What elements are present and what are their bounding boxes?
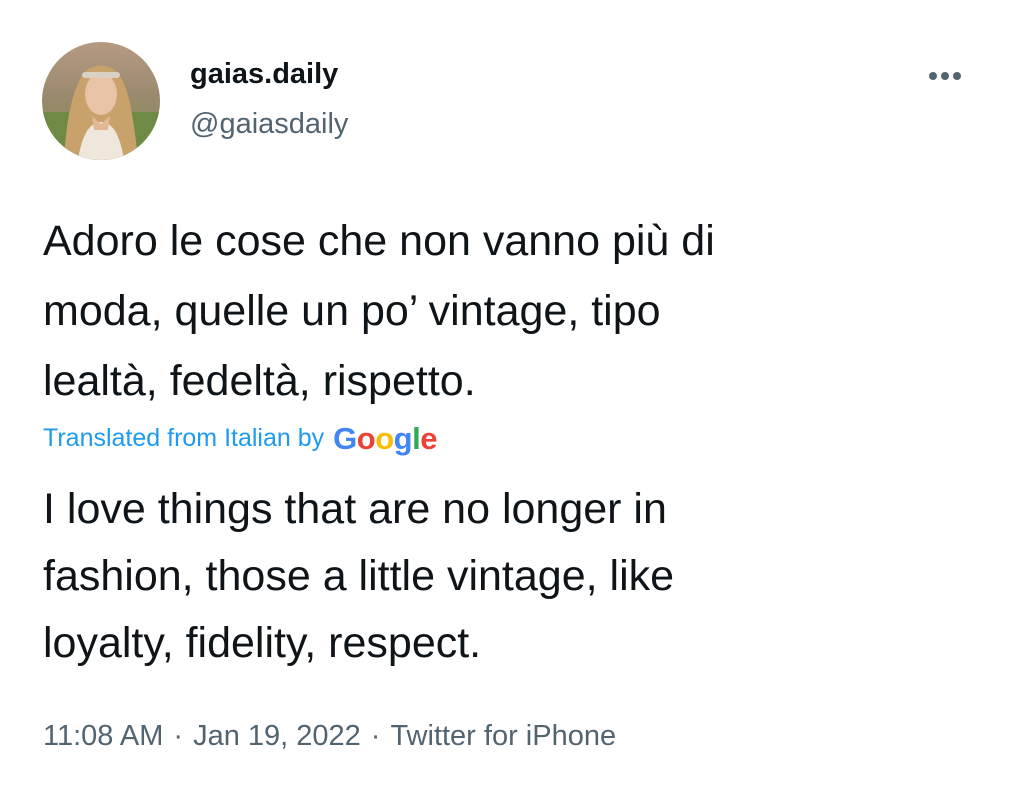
user-handle[interactable]: @gaiasdaily <box>190 108 348 141</box>
more-options-button[interactable] <box>918 58 972 94</box>
tweet-source[interactable]: Twitter for iPhone <box>390 720 616 752</box>
translated-from-link[interactable]: Translated from Italian by <box>43 424 324 453</box>
display-name[interactable]: gaias.daily <box>190 58 338 91</box>
avatar[interactable] <box>42 42 160 160</box>
translated-text: I love things that are no longer in fash… <box>43 485 675 667</box>
translation-attribution: Translated from Italian by Google <box>43 418 437 458</box>
tweet-text: Adoro le cose che non vanno più di moda,… <box>43 217 715 405</box>
more-horizontal-icon <box>929 72 961 80</box>
tweet-card: gaias.daily @gaiasdaily Adoro le cose ch… <box>0 0 1009 800</box>
avatar-photo <box>42 42 160 160</box>
google-logo: Google <box>333 421 437 456</box>
meta-separator: · <box>370 720 381 752</box>
tweet-time[interactable]: 11:08 AM <box>43 720 163 752</box>
tweet-date[interactable]: Jan 19, 2022 <box>193 720 361 752</box>
meta-separator: · <box>173 720 184 752</box>
tweet-meta: 11:08 AM · Jan 19, 2022 · Twitter for iPhone <box>43 720 616 753</box>
